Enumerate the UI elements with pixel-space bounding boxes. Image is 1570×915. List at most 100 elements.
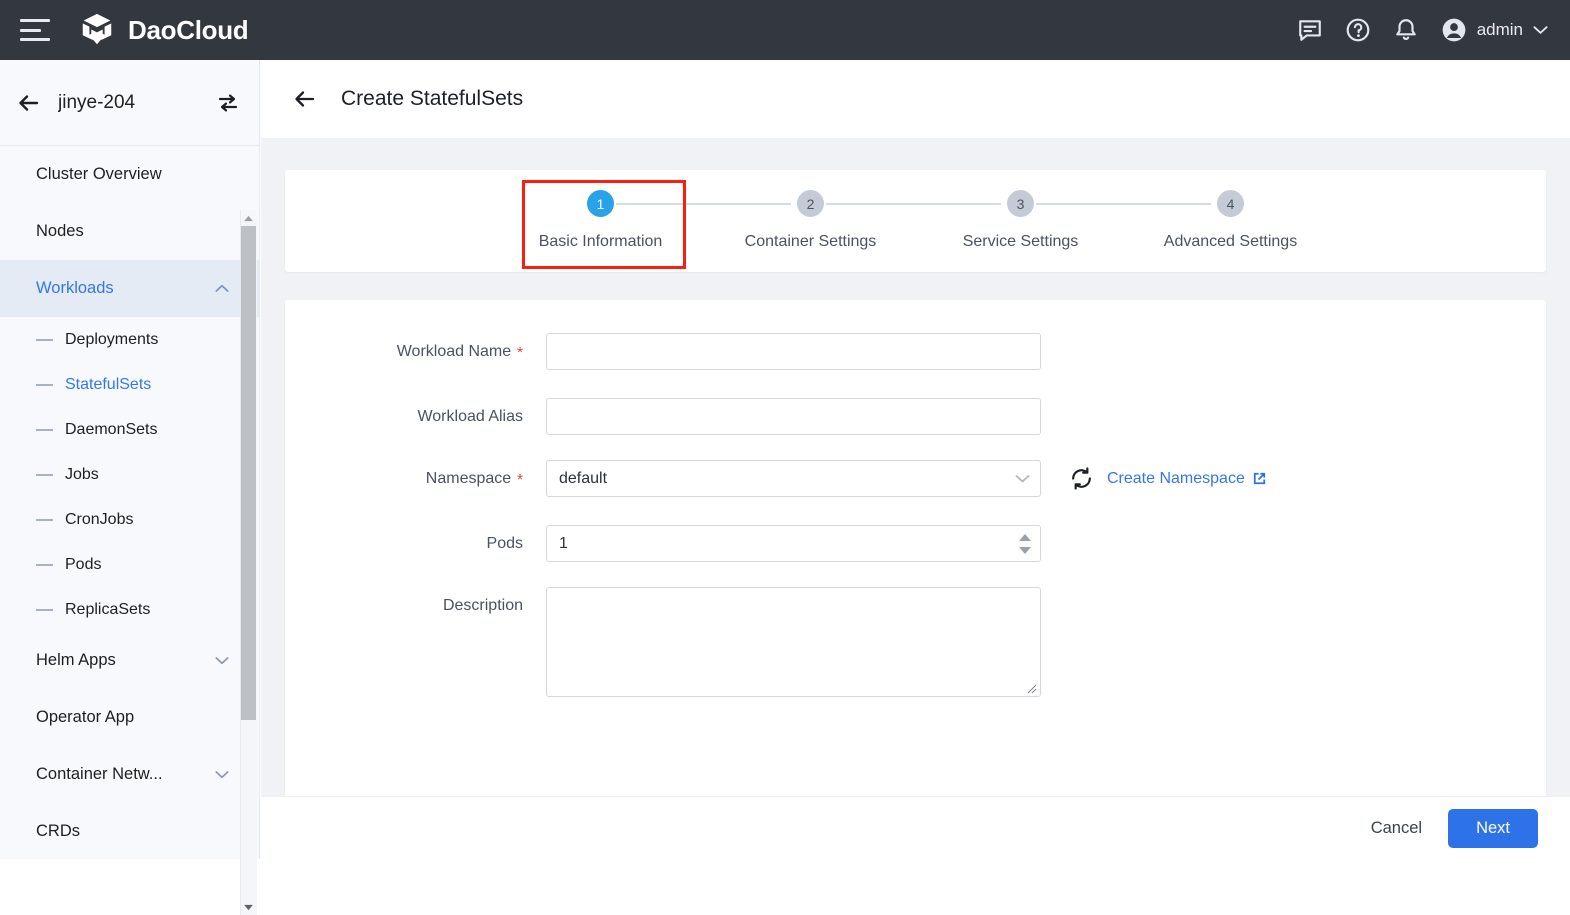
scroll-up-arrow-icon[interactable] [240,210,257,226]
pods-label-group: Pods [285,525,523,562]
scroll-down-arrow-icon[interactable] [240,899,257,915]
chevron-down-icon [1015,474,1030,483]
pods-value: 1 [559,535,568,553]
step-connector [1036,203,1211,205]
namespace-actions: Create Namespace [1069,466,1267,491]
pods-field-wrap: 1 [546,525,1041,562]
form-footer: Cancel Next [261,796,1570,859]
namespace-label-group: Namespace * [285,460,523,500]
sidebar-item-crds[interactable]: CRDs [0,803,259,859]
workload-name-label-group: Workload Name * [285,333,523,373]
workload-name-field-wrap [546,333,1041,370]
sidebar-item-jobs[interactable]: Jobs [0,452,259,497]
sidebar-item-label: CronJobs [65,511,133,529]
step-advanced-settings[interactable]: 4 Advanced Settings [1126,190,1336,251]
step-container-settings[interactable]: 2 Container Settings [706,190,916,251]
chevron-down-icon[interactable] [1533,25,1548,35]
required-asterisk: * [517,460,523,500]
sidebar-item-replicasets[interactable]: ReplicaSets [0,587,259,632]
form-scroll-area: 1 Basic Information 2 Container Settings… [261,138,1570,798]
workload-alias-label-group: Workload Alias [285,398,523,435]
hamburger-line [20,19,50,22]
sidebar-item-container-network[interactable]: Container Netw... [0,746,259,803]
step-connector [826,203,1001,205]
step-number-badge: 4 [1217,190,1244,217]
namespace-field-wrap: default Create Namespace [546,460,1267,497]
resize-grip-icon[interactable] [1025,682,1037,694]
sidebar-item-label: Workloads [36,279,114,298]
user-name: admin [1477,20,1523,40]
arrow-left-icon[interactable] [16,90,42,116]
hamburger-icon[interactable] [20,19,50,41]
main-content: Create StatefulSets 1 Basic Information … [261,60,1570,859]
notification-icon[interactable] [1393,17,1419,43]
quantity-stepper[interactable] [1014,527,1036,560]
help-icon[interactable] [1345,17,1371,43]
refresh-icon[interactable] [1069,466,1094,491]
create-namespace-label: Create Namespace [1107,470,1245,488]
description-textarea[interactable] [546,587,1041,697]
step-basic-information[interactable]: 1 Basic Information [496,190,706,251]
form-row-workload-name: Workload Name * [285,333,1546,373]
message-icon[interactable] [1297,17,1323,43]
switch-cluster-icon[interactable] [217,92,239,114]
pods-label: Pods [487,525,523,562]
sidebar-item-label: CRDs [36,822,80,841]
bullet-dash-icon [36,609,53,611]
cluster-selector: jinye-204 [0,60,259,146]
workload-alias-label: Workload Alias [417,398,523,435]
step-label: Advanced Settings [1164,233,1297,251]
sidebar-item-label: Operator App [36,708,134,727]
top-bar: DaoCloud admin [0,0,1570,60]
workload-name-input[interactable] [546,333,1041,370]
chevron-up-icon[interactable] [215,284,229,293]
workload-alias-field-wrap [546,398,1041,435]
step-label: Basic Information [539,233,663,251]
pods-number-input[interactable]: 1 [546,525,1041,562]
description-field-wrap [546,587,1041,697]
external-link-icon [1252,471,1267,486]
brand-logo-group[interactable]: DaoCloud [78,11,248,49]
page-title: Create StatefulSets [341,87,523,111]
bullet-dash-icon [36,564,53,566]
sidebar-item-pods[interactable]: Pods [0,542,259,587]
bullet-dash-icon [36,429,53,431]
sidebar-item-label: Nodes [36,222,84,241]
create-namespace-link[interactable]: Create Namespace [1107,470,1267,488]
sidebar-item-label: DaemonSets [65,421,158,439]
sidebar-scrollbar-thumb[interactable] [241,226,256,720]
stepper-down-icon[interactable] [1019,547,1031,554]
cancel-button[interactable]: Cancel [1371,819,1422,838]
sidebar-item-workloads[interactable]: Workloads [0,260,259,317]
sidebar-item-helm-apps[interactable]: Helm Apps [0,632,259,689]
sidebar-item-operator-app[interactable]: Operator App [0,689,259,746]
workload-name-label: Workload Name [397,333,511,370]
next-button[interactable]: Next [1448,809,1538,848]
step-number-badge: 2 [797,190,824,217]
chevron-down-icon[interactable] [215,656,229,665]
namespace-selected-value: default [559,470,607,488]
sidebar-item-deployments[interactable]: Deployments [0,317,259,362]
sidebar-item-label: Container Netw... [36,765,163,784]
sidebar-item-nodes[interactable]: Nodes [0,203,259,260]
page-header: Create StatefulSets [261,60,1570,138]
brand-name: DaoCloud [128,15,248,46]
stepper-up-icon[interactable] [1019,534,1031,541]
arrow-left-icon[interactable] [292,87,318,111]
sidebar-item-statefulsets[interactable]: StatefulSets [0,362,259,407]
bullet-dash-icon [36,519,53,521]
sidebar-item-label: Cluster Overview [36,165,162,184]
user-menu[interactable]: admin [1441,17,1548,43]
sidebar-item-daemonsets[interactable]: DaemonSets [0,407,259,452]
sidebar-item-cronjobs[interactable]: CronJobs [0,497,259,542]
chevron-down-icon[interactable] [215,770,229,779]
workload-alias-input[interactable] [546,398,1041,435]
sidebar-item-label: Pods [65,556,101,574]
step-connector [616,203,791,205]
sidebar-item-cluster-overview[interactable]: Cluster Overview [0,146,259,203]
namespace-select[interactable]: default [546,460,1041,497]
step-service-settings[interactable]: 3 Service Settings [916,190,1126,251]
daocloud-cube-icon [78,11,116,49]
bullet-dash-icon [36,384,53,386]
form-row-description: Description [285,587,1546,697]
